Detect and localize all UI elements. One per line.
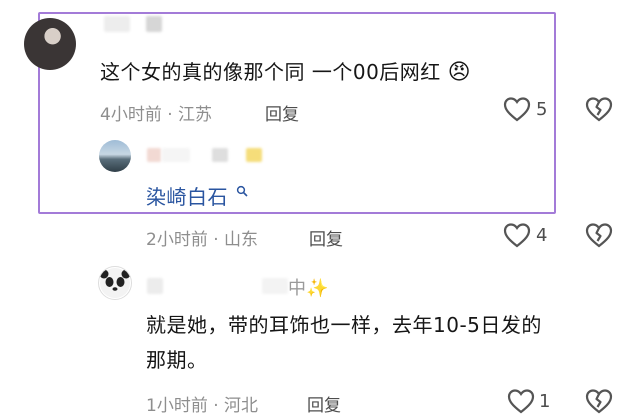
comment-meta: 1小时前 · 河北 — [146, 396, 259, 416]
comment-meta: 2小时前 · 山东 — [146, 230, 259, 250]
search-icon — [236, 185, 248, 197]
heart-outline-icon — [503, 223, 531, 248]
panda-avatar-image — [99, 268, 131, 298]
dislike-button[interactable] — [585, 222, 613, 248]
dislike-button[interactable] — [585, 96, 613, 122]
like-count: 1 — [539, 391, 551, 412]
mention-text: 染崎白石 — [146, 185, 228, 209]
broken-heart-icon — [585, 223, 613, 248]
comment-text-line: 那期。 — [146, 348, 208, 372]
avatar[interactable] — [24, 18, 76, 70]
like-count: 4 — [536, 225, 548, 246]
username-suffix: 中✨ — [288, 278, 329, 299]
angry-face-emoji: 😠 — [447, 60, 472, 85]
like-count: 5 — [536, 99, 548, 120]
heart-outline-icon — [507, 389, 535, 414]
broken-heart-icon — [585, 389, 613, 414]
reply-button[interactable]: 回复 — [265, 100, 299, 125]
like-button[interactable] — [507, 388, 535, 414]
mention-link[interactable]: 染崎白石 — [146, 183, 248, 211]
avatar[interactable] — [98, 266, 132, 300]
like-button[interactable] — [503, 96, 531, 122]
broken-heart-icon — [585, 97, 613, 122]
like-button[interactable] — [503, 222, 531, 248]
username-redacted — [162, 148, 190, 162]
comment-text: 这个女的真的像那个同 一个00后网红 😠 — [100, 58, 471, 87]
reply-button[interactable]: 回复 — [307, 391, 341, 416]
dislike-button[interactable] — [585, 388, 613, 414]
username-redacted — [147, 278, 163, 294]
username-redacted — [104, 16, 130, 32]
username-redacted — [146, 16, 162, 32]
username-redacted — [262, 278, 288, 294]
username-redacted — [147, 148, 161, 162]
heart-outline-icon — [503, 97, 531, 122]
comment-meta: 4小时前 · 江苏 — [100, 105, 213, 125]
comment-text-body: 这个女的真的像那个同 一个00后网红 — [100, 60, 441, 84]
avatar[interactable] — [99, 140, 131, 172]
username-redacted — [246, 148, 262, 162]
username-redacted — [212, 148, 228, 162]
comment-text-line: 就是她，带的耳饰也一样，去年10-5日发的 — [146, 313, 542, 337]
reply-button[interactable]: 回复 — [309, 225, 343, 250]
